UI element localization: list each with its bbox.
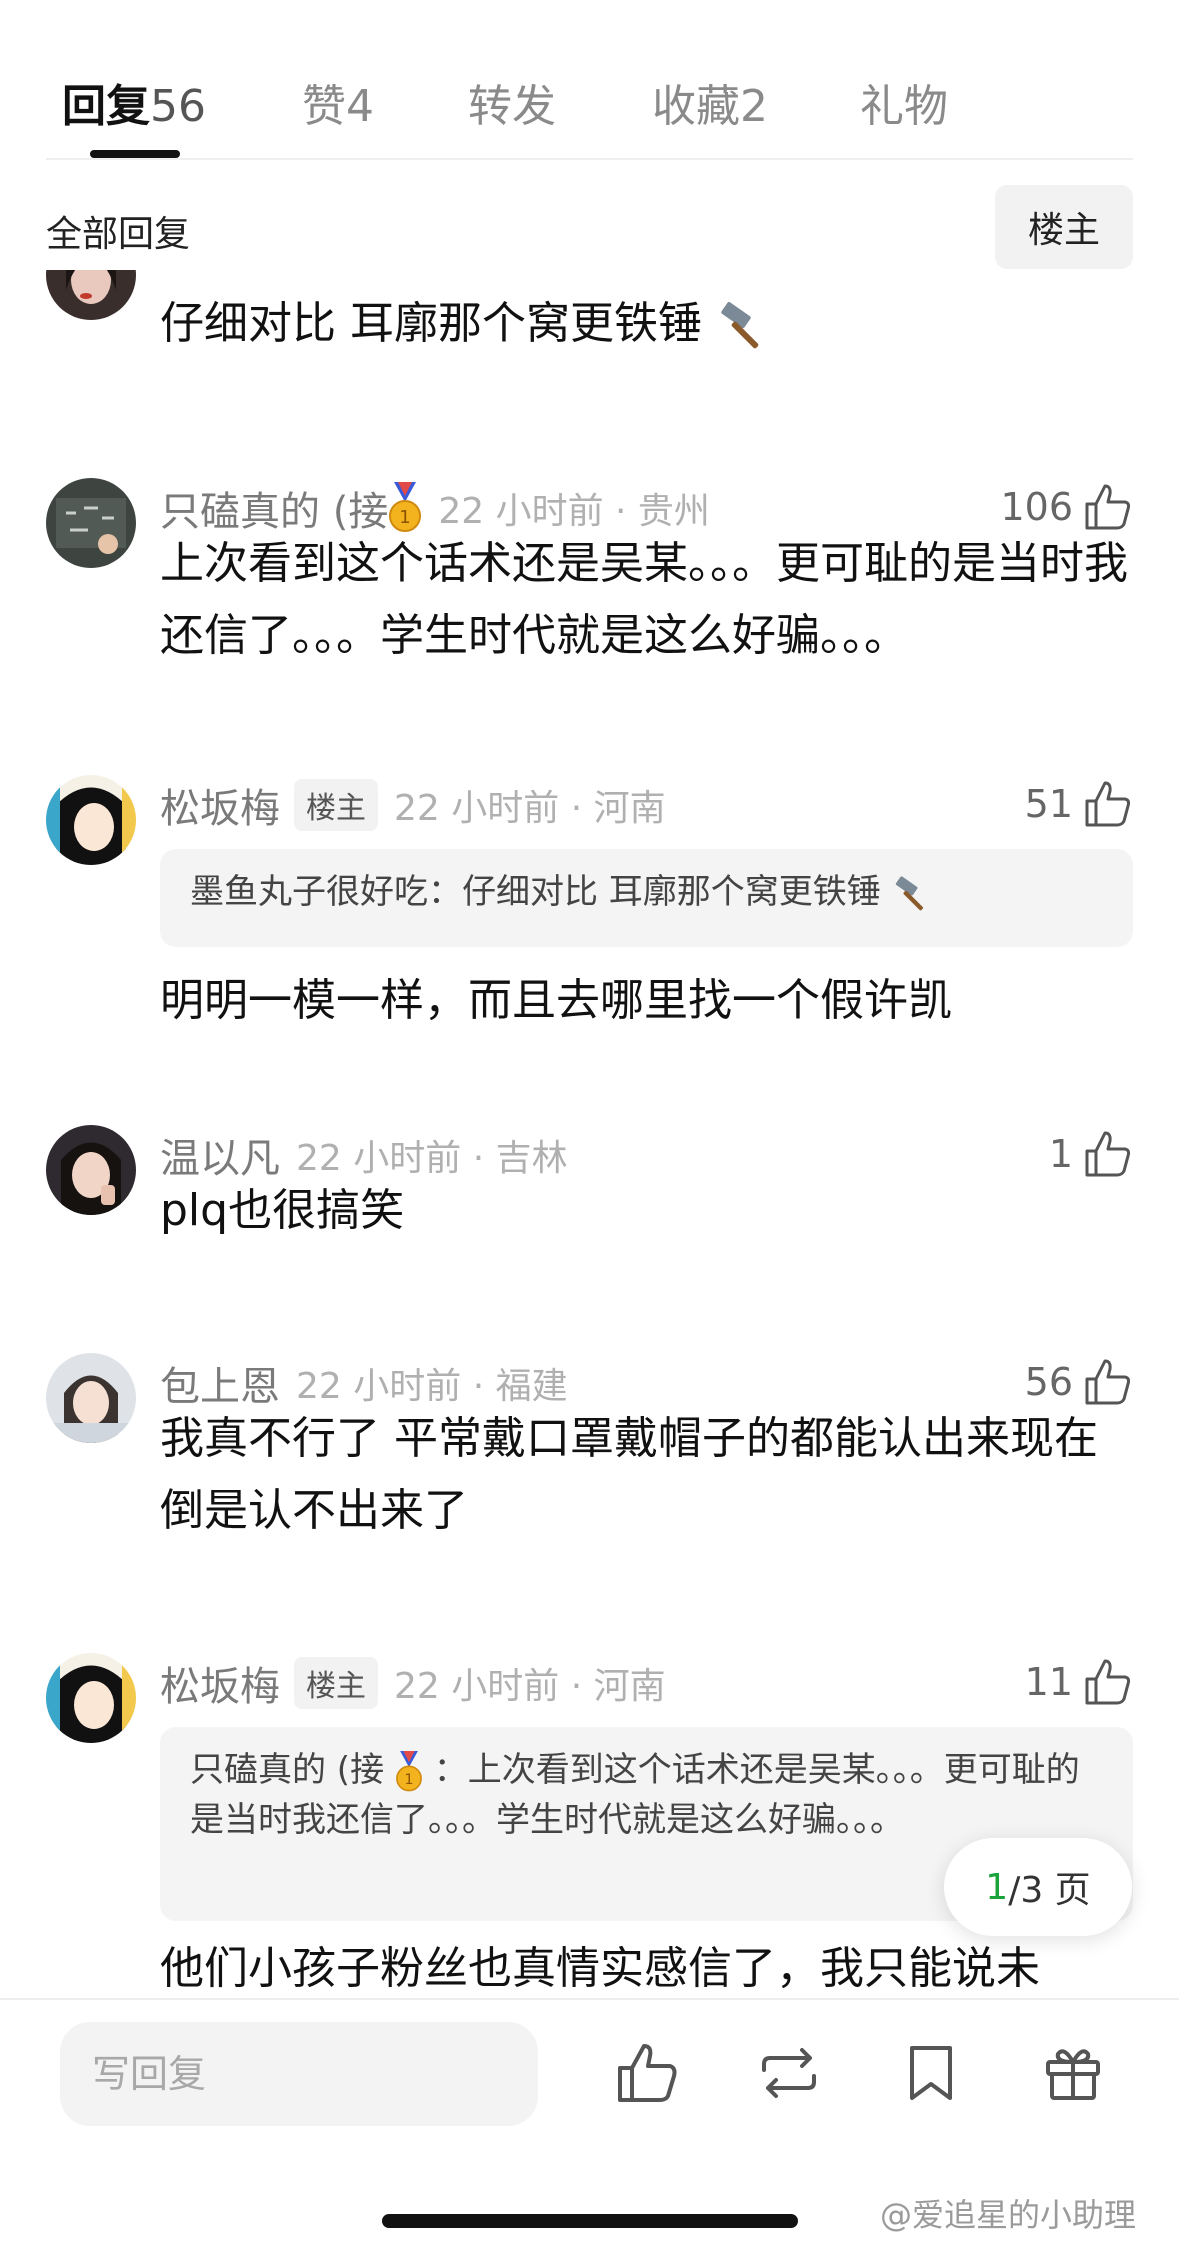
like-count: 11 <box>1024 1660 1073 1704</box>
avatar[interactable] <box>46 1353 136 1443</box>
thumbs-up-icon <box>1085 1359 1131 1405</box>
current-page: 1 <box>985 1866 1009 1908</box>
comment-text: 明明一模一样，而且去哪里找一个假许凯 <box>160 975 952 1026</box>
all-replies-title: 全部回复 <box>46 214 191 255</box>
quoted-username: 只磕真的 (接 <box>190 1750 385 1790</box>
comment-text: 我真不行了 平常戴口罩戴帽子的都能认出来现在倒是认不出来了 <box>160 1413 1098 1536</box>
comment-header: 松坂梅 楼主 22 小时前 · 河南 <box>160 775 1133 835</box>
watermark: @爱追星的小助理 <box>880 2196 1137 2234</box>
comment-meta: 22 小时前 · 贵州 <box>438 491 710 532</box>
tab-replies-label: 回复 <box>62 81 150 132</box>
svg-text:1: 1 <box>404 1772 413 1788</box>
like-button[interactable]: 11 <box>1025 1657 1133 1707</box>
tab-bar: 回复56 赞4 转发 收藏2 礼物 <box>46 60 1133 160</box>
tab-likes-count: 4 <box>346 81 374 132</box>
tab-likes-label: 赞 <box>302 81 346 132</box>
tab-reposts-label: 转发 <box>468 81 556 132</box>
reply-filter-bar: 全部回复 楼主 <box>46 185 1133 270</box>
avatar[interactable] <box>46 1125 136 1215</box>
thumbs-up-icon <box>1085 484 1131 530</box>
like-button[interactable]: 1 <box>1049 1129 1133 1179</box>
owner-only-button[interactable]: 楼主 <box>995 185 1133 269</box>
avatar[interactable] <box>46 775 136 865</box>
total-pages: /3 页 <box>1008 1870 1091 1911</box>
comment-meta: 22 小时前 · 福建 <box>296 1366 568 1407</box>
like-count: 51 <box>1024 782 1073 826</box>
like-button[interactable]: 106 <box>1000 482 1133 532</box>
tab-favorites-label: 收藏 <box>652 81 740 132</box>
tab-favorites[interactable]: 收藏2 <box>652 70 768 134</box>
bottom-action-bar: @爱追星的小助理 <box>0 1998 1179 2250</box>
avatar[interactable] <box>46 270 136 320</box>
thumbs-up-icon <box>1085 1131 1131 1177</box>
like-count: 56 <box>1024 1360 1073 1404</box>
comment-meta: 22 小时前 · 吉林 <box>296 1138 568 1179</box>
tab-reposts[interactable]: 转发 <box>468 70 556 134</box>
tab-replies-count: 56 <box>150 81 206 132</box>
hammer-icon <box>895 875 923 910</box>
comment-text: 上次看到这个话术还是吴某。。。更可耻的是当时我还信了。。。学生时代就是这么好骗。… <box>160 538 1128 661</box>
bookmark-icon[interactable] <box>898 2040 964 2106</box>
comment-username[interactable]: 松坂梅 <box>160 1654 280 1712</box>
comment-text: 仔细对比 耳廓那个窝更铁锤 <box>160 288 1133 360</box>
avatar[interactable] <box>46 1653 136 1743</box>
comment-meta: 22 小时前 · 河南 <box>394 788 666 829</box>
tab-gifts-label: 礼物 <box>860 81 948 132</box>
tab-active-indicator <box>90 150 180 158</box>
thumbs-up-icon <box>1085 781 1131 827</box>
tab-favorites-count: 2 <box>740 81 768 132</box>
gold-medal-icon: 1 <box>389 482 422 532</box>
quoted-reply-text: 墨鱼丸子很好吃：仔细对比 耳廓那个窝更铁锤 <box>190 872 881 912</box>
page-indicator[interactable]: 1/3 页 <box>944 1838 1132 1936</box>
comment-username[interactable]: 松坂梅 <box>160 776 280 834</box>
comment-header: 松坂梅 楼主 22 小时前 · 河南 <box>160 1653 1133 1713</box>
gift-icon[interactable] <box>1040 2040 1106 2106</box>
like-button[interactable]: 51 <box>1025 779 1133 829</box>
comment-text-content: 仔细对比 耳廓那个窝更铁锤 <box>160 298 702 349</box>
quoted-reply[interactable]: 墨鱼丸子很好吃：仔细对比 耳廓那个窝更铁锤 <box>160 849 1133 947</box>
owner-badge: 楼主 <box>294 1657 378 1709</box>
tab-replies[interactable]: 回复56 <box>62 70 206 134</box>
svg-text:1: 1 <box>400 507 411 528</box>
thumbs-up-icon <box>1085 1659 1131 1705</box>
comment-list[interactable]: 仔细对比 耳廓那个窝更铁锤 只磕真的 (接 1 22 小时前 · 贵州 106 … <box>0 270 1179 1998</box>
tab-likes[interactable]: 赞4 <box>302 70 374 134</box>
tab-gifts[interactable]: 礼物 <box>860 70 948 134</box>
like-button[interactable]: 56 <box>1025 1357 1133 1407</box>
comment-meta: 22 小时前 · 河南 <box>394 1666 666 1707</box>
like-count: 106 <box>1000 485 1073 529</box>
like-action-icon[interactable] <box>614 2040 680 2106</box>
reply-input[interactable] <box>60 2022 538 2126</box>
like-count: 1 <box>1048 1132 1073 1176</box>
owner-badge: 楼主 <box>294 779 378 831</box>
repost-icon[interactable] <box>756 2040 822 2106</box>
home-indicator[interactable] <box>382 2214 798 2228</box>
gold-medal-icon: 1 <box>395 1750 422 1791</box>
comment-text: 他们小孩子粉丝也真情实感信了，我只能说未 <box>160 1943 1040 1994</box>
hammer-icon <box>721 302 759 349</box>
comment-text: plq也很搞笑 <box>160 1185 405 1236</box>
avatar[interactable] <box>46 478 136 568</box>
